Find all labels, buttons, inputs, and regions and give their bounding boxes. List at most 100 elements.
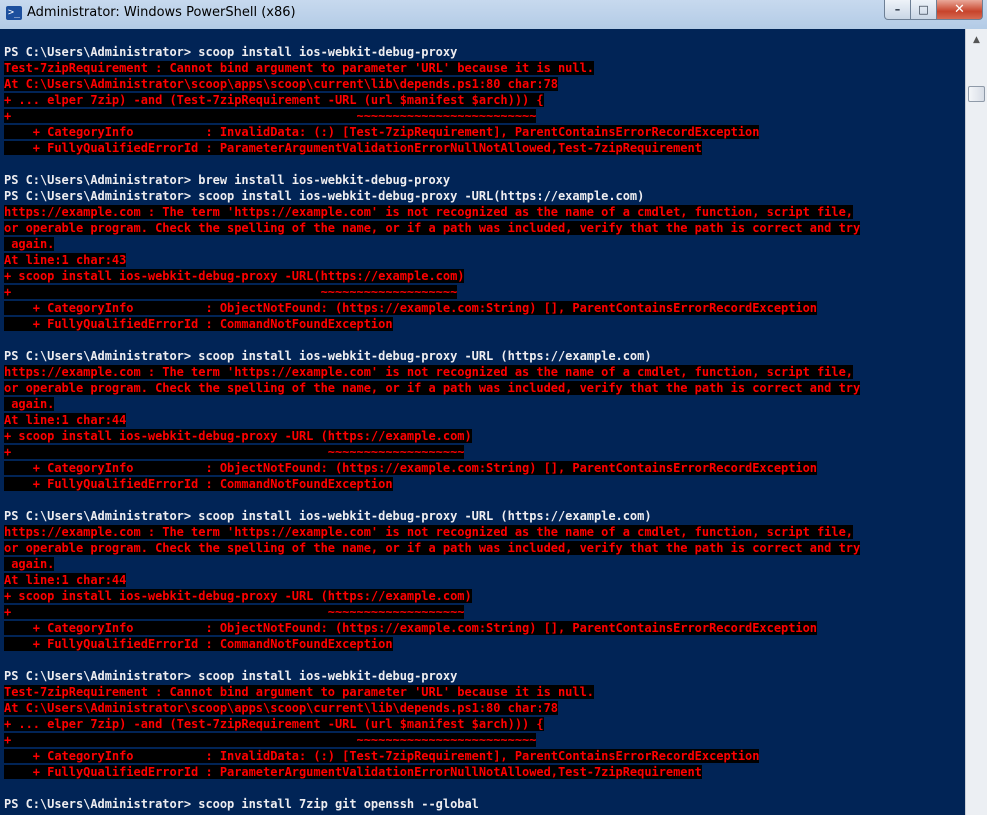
error-line: + FullyQualifiedErrorId : CommandNotFoun…	[4, 636, 860, 652]
line-text: + CategoryInfo : ObjectNotFound: (https:…	[4, 301, 817, 315]
error-line: https://example.com : The term 'https://…	[4, 364, 860, 380]
line-text: again.	[4, 557, 55, 571]
line-text: + scoop install ios-webkit-debug-proxy -…	[4, 429, 472, 443]
line-text: At line:1 char:43	[4, 253, 127, 267]
error-line: Test-7zipRequirement : Cannot bind argum…	[4, 684, 860, 700]
error-line: + CategoryInfo : InvalidData: (:) [Test-…	[4, 124, 860, 140]
error-line: At line:1 char:44	[4, 412, 860, 428]
line-text: + ~~~~~~~~~~~~~~~~~~~~~~~~~	[4, 733, 537, 747]
line-text: + ~~~~~~~~~~~~~~~~~~~	[4, 445, 465, 459]
line-text: + FullyQualifiedErrorId : CommandNotFoun…	[4, 317, 393, 331]
error-line: or operable program. Check the spelling …	[4, 540, 860, 556]
line-text: again.	[4, 237, 55, 251]
vertical-scrollbar[interactable]: ▲	[965, 29, 987, 815]
error-line: + CategoryInfo : ObjectNotFound: (https:…	[4, 460, 860, 476]
command-line: PS C:\Users\Administrator> scoop install…	[4, 348, 860, 364]
error-line: + scoop install ios-webkit-debug-proxy -…	[4, 588, 860, 604]
error-line: + ~~~~~~~~~~~~~~~~~~~	[4, 604, 860, 620]
error-line: + scoop install ios-webkit-debug-proxy -…	[4, 428, 860, 444]
line-text: https://example.com : The term 'https://…	[4, 365, 853, 379]
title-bar[interactable]: >_ Administrator: Windows PowerShell (x8…	[0, 0, 987, 29]
scrollbar-thumb[interactable]	[968, 86, 985, 102]
line-text: + ... elper 7zip) -and (Test-7zipRequire…	[4, 717, 544, 731]
line-text: Test-7zipRequirement : Cannot bind argum…	[4, 61, 594, 75]
powershell-window: >_ Administrator: Windows PowerShell (x8…	[0, 0, 987, 815]
error-line: + ~~~~~~~~~~~~~~~~~~~~~~~~~	[4, 732, 860, 748]
error-line: https://example.com : The term 'https://…	[4, 524, 860, 540]
window-title: Administrator: Windows PowerShell (x86)	[27, 5, 296, 20]
line-text: + FullyQualifiedErrorId : CommandNotFoun…	[4, 477, 393, 491]
line-text: + CategoryInfo : InvalidData: (:) [Test-…	[4, 125, 760, 139]
command-line: PS C:\Users\Administrator> scoop install…	[4, 188, 860, 204]
error-line: + FullyQualifiedErrorId : CommandNotFoun…	[4, 316, 860, 332]
error-line: https://example.com : The term 'https://…	[4, 204, 860, 220]
minimize-icon: –	[894, 3, 901, 16]
line-text: + ... elper 7zip) -and (Test-7zipRequire…	[4, 93, 544, 107]
line-text: PS C:\Users\Administrator> brew install …	[4, 173, 451, 187]
line-text: PS C:\Users\Administrator> scoop install…	[4, 669, 458, 683]
line-text: or operable program. Check the spelling …	[4, 221, 861, 235]
line-text: + scoop install ios-webkit-debug-proxy -…	[4, 269, 465, 283]
line-text: + FullyQualifiedErrorId : CommandNotFoun…	[4, 637, 393, 651]
line-text: https://example.com : The term 'https://…	[4, 525, 853, 539]
maximize-button[interactable]: □	[911, 0, 937, 20]
error-line: + ... elper 7zip) -and (Test-7zipRequire…	[4, 92, 860, 108]
error-line: At C:\Users\Administrator\scoop\apps\sco…	[4, 76, 860, 92]
error-line: again.	[4, 236, 860, 252]
line-text: Test-7zipRequirement : Cannot bind argum…	[4, 685, 594, 699]
line-text: PS C:\Users\Administrator> scoop install…	[4, 189, 645, 203]
line-text: + FullyQualifiedErrorId : ParameterArgum…	[4, 765, 702, 779]
close-button[interactable]: ✕	[937, 0, 983, 20]
error-line: Test-7zipRequirement : Cannot bind argum…	[4, 60, 860, 76]
command-line: PS C:\Users\Administrator> scoop install…	[4, 508, 860, 524]
powershell-icon[interactable]: >_	[6, 6, 22, 20]
error-line: + CategoryInfo : ObjectNotFound: (https:…	[4, 300, 860, 316]
close-icon: ✕	[954, 2, 965, 17]
command-line: PS C:\Users\Administrator> scoop install…	[4, 796, 860, 812]
console-output[interactable]: PS C:\Users\Administrator> scoop install…	[0, 29, 965, 815]
error-line: + ~~~~~~~~~~~~~~~~~~~	[4, 444, 860, 460]
line-text: + ~~~~~~~~~~~~~~~~~~~	[4, 605, 465, 619]
error-line: or operable program. Check the spelling …	[4, 380, 860, 396]
line-text: + CategoryInfo : ObjectNotFound: (https:…	[4, 621, 817, 635]
error-line: again.	[4, 556, 860, 572]
line-text: + ~~~~~~~~~~~~~~~~~~~	[4, 285, 458, 299]
line-text: or operable program. Check the spelling …	[4, 541, 861, 555]
line-text: + scoop install ios-webkit-debug-proxy -…	[4, 589, 472, 603]
line-text: At C:\Users\Administrator\scoop\apps\sco…	[4, 77, 558, 91]
error-line: + scoop install ios-webkit-debug-proxy -…	[4, 268, 860, 284]
line-text: At line:1 char:44	[4, 573, 127, 587]
line-text: + FullyQualifiedErrorId : ParameterArgum…	[4, 141, 702, 155]
line-text: PS C:\Users\Administrator> scoop install…	[4, 349, 652, 363]
error-line: At line:1 char:44	[4, 572, 860, 588]
window-controls: – □ ✕	[884, 0, 983, 20]
command-line: PS C:\Users\Administrator> brew install …	[4, 172, 860, 188]
line-text: PS C:\Users\Administrator> scoop install…	[4, 797, 479, 811]
maximize-icon: □	[918, 3, 929, 16]
line-text: again.	[4, 397, 55, 411]
error-line: + FullyQualifiedErrorId : ParameterArgum…	[4, 140, 860, 156]
chevron-up-icon: ▲	[973, 34, 980, 45]
command-line: PS C:\Users\Administrator> scoop install…	[4, 44, 860, 60]
minimize-button[interactable]: –	[884, 0, 911, 20]
line-text: PS C:\Users\Administrator> scoop install…	[4, 509, 652, 523]
line-text: or operable program. Check the spelling …	[4, 381, 861, 395]
line-text: At line:1 char:44	[4, 413, 127, 427]
error-line: + CategoryInfo : ObjectNotFound: (https:…	[4, 620, 860, 636]
command-line: PS C:\Users\Administrator> scoop install…	[4, 668, 860, 684]
error-line: + ~~~~~~~~~~~~~~~~~~~~~~~~~	[4, 108, 860, 124]
line-text: At C:\Users\Administrator\scoop\apps\sco…	[4, 701, 558, 715]
error-line: At C:\Users\Administrator\scoop\apps\sco…	[4, 700, 860, 716]
error-line: + ... elper 7zip) -and (Test-7zipRequire…	[4, 716, 860, 732]
error-line: or operable program. Check the spelling …	[4, 220, 860, 236]
error-line: At line:1 char:43	[4, 252, 860, 268]
error-line: + ~~~~~~~~~~~~~~~~~~~	[4, 284, 860, 300]
error-line: again.	[4, 396, 860, 412]
scroll-up-button[interactable]: ▲	[969, 32, 984, 47]
line-text: https://example.com : The term 'https://…	[4, 205, 853, 219]
